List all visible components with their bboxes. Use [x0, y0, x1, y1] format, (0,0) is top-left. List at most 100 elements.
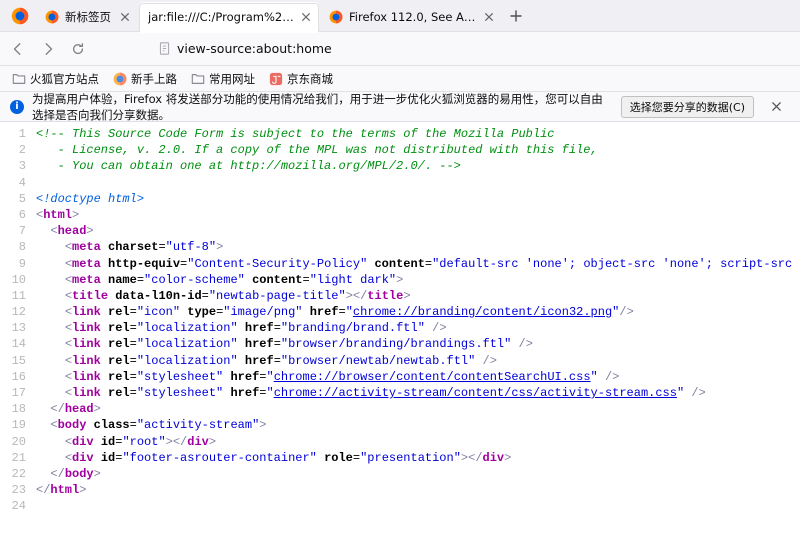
bookmark-favicon — [113, 72, 127, 86]
line-number: 6 — [10, 207, 36, 223]
source-line: 10 <meta name="color-scheme" content="li… — [10, 272, 800, 288]
tab-title: jar:file:///C:/Program%20Files/M — [148, 10, 294, 24]
source-line: 1<!-- This Source Code Form is subject t… — [10, 126, 800, 142]
firefox-app-icon — [8, 4, 32, 28]
info-bar: i 为提高用户体验，Firefox 将发送部分功能的使用情况给我们，用于进一步优… — [0, 92, 800, 122]
source-line: 11 <title data-l10n-id="newtab-page-titl… — [10, 288, 800, 304]
line-content: <link rel="localization" href="browser/b… — [36, 336, 800, 352]
source-link[interactable]: chrome://activity-stream/content/css/act… — [274, 386, 677, 400]
tab-0[interactable]: 新标签页 — [37, 3, 137, 31]
line-number: 2 — [10, 142, 36, 158]
source-line: 5<!doctype html> — [10, 191, 800, 207]
bookmark-item-2[interactable]: 常用网址 — [185, 69, 261, 89]
line-content — [36, 498, 800, 514]
back-button[interactable] — [4, 36, 32, 62]
line-number: 13 — [10, 320, 36, 336]
source-line: 20 <div id="root"></div> — [10, 434, 800, 450]
source-line: 9 <meta http-equiv="Content-Security-Pol… — [10, 256, 800, 272]
tab-close-button[interactable] — [481, 9, 497, 25]
source-line: 8 <meta charset="utf-8"> — [10, 239, 800, 255]
source-line: 19 <body class="activity-stream"> — [10, 417, 800, 433]
line-number: 21 — [10, 450, 36, 466]
tab-2[interactable]: Firefox 112.0, See All New Fe — [321, 3, 501, 31]
bookmark-label: 京东商城 — [287, 71, 333, 87]
line-number: 5 — [10, 191, 36, 207]
source-line: 14 <link rel="localization" href="browse… — [10, 336, 800, 352]
nav-bar: view-source:about:home — [0, 32, 800, 66]
line-number: 24 — [10, 498, 36, 514]
line-content: <link rel="icon" type="image/png" href="… — [36, 304, 800, 320]
new-tab-button[interactable] — [504, 4, 528, 28]
source-line: 4 — [10, 175, 800, 191]
reload-button[interactable] — [64, 36, 92, 62]
info-icon: i — [10, 100, 24, 114]
line-content: <!doctype html> — [36, 191, 800, 207]
tab-favicon — [329, 10, 343, 24]
line-content: <title data-l10n-id="newtab-page-title">… — [36, 288, 800, 304]
source-line: 16 <link rel="stylesheet" href="chrome:/… — [10, 369, 800, 385]
bookmark-item-1[interactable]: 新手上路 — [107, 69, 183, 89]
bookmark-item-0[interactable]: 火狐官方站点 — [6, 69, 105, 89]
info-close-button[interactable] — [762, 94, 790, 120]
line-number: 10 — [10, 272, 36, 288]
line-content: <link rel="stylesheet" href="chrome://ac… — [36, 385, 800, 401]
source-line: 24 — [10, 498, 800, 514]
bookmark-label: 新手上路 — [131, 71, 177, 87]
info-choose-button[interactable]: 选择您要分享的数据(C) — [621, 96, 754, 118]
tabs-bar: 新标签页 jar:file:///C:/Program%20Files/M Fire… — [0, 0, 800, 32]
tab-title: Firefox 112.0, See All New Fe — [349, 10, 477, 24]
line-content: </head> — [36, 401, 800, 417]
tab-close-button[interactable] — [117, 9, 133, 25]
source-line: 2 - License, v. 2.0. If a copy of the MP… — [10, 142, 800, 158]
line-number: 3 — [10, 158, 36, 174]
line-content — [36, 175, 800, 191]
bookmark-item-3[interactable]: 京东商城 — [263, 69, 339, 89]
line-content: <meta http-equiv="Content-Security-Polic… — [36, 256, 800, 272]
tab-close-button[interactable] — [298, 9, 314, 25]
tab-1[interactable]: jar:file:///C:/Program%20Files/M — [139, 3, 319, 31]
source-link[interactable]: chrome://branding/content/icon32.png — [353, 305, 612, 319]
source-line: 3 - You can obtain one at http://mozilla… — [10, 158, 800, 174]
tab-favicon — [45, 10, 59, 24]
line-number: 1 — [10, 126, 36, 142]
line-number: 22 — [10, 466, 36, 482]
line-content: <link rel="stylesheet" href="chrome://br… — [36, 369, 800, 385]
source-line: 22 </body> — [10, 466, 800, 482]
source-view: 1<!-- This Source Code Form is subject t… — [0, 122, 800, 519]
source-line: 12 <link rel="icon" type="image/png" hre… — [10, 304, 800, 320]
line-number: 18 — [10, 401, 36, 417]
source-line: 15 <link rel="localization" href="browse… — [10, 353, 800, 369]
info-text: 为提高用户体验，Firefox 将发送部分功能的使用情况给我们，用于进一步优化火… — [32, 91, 613, 123]
source-line: 7 <head> — [10, 223, 800, 239]
line-content: - License, v. 2.0. If a copy of the MPL … — [36, 142, 800, 158]
line-content: <head> — [36, 223, 800, 239]
line-number: 16 — [10, 369, 36, 385]
line-content: <meta charset="utf-8"> — [36, 239, 800, 255]
line-number: 7 — [10, 223, 36, 239]
line-content: </body> — [36, 466, 800, 482]
source-line: 13 <link rel="localization" href="brandi… — [10, 320, 800, 336]
line-content: <!-- This Source Code Form is subject to… — [36, 126, 800, 142]
forward-button[interactable] — [34, 36, 62, 62]
bookmark-label: 常用网址 — [209, 71, 255, 87]
line-number: 17 — [10, 385, 36, 401]
line-content: <html> — [36, 207, 800, 223]
page-icon — [158, 42, 171, 55]
url-text: view-source:about:home — [177, 41, 332, 56]
line-number: 11 — [10, 288, 36, 304]
line-content: <link rel="localization" href="browser/n… — [36, 353, 800, 369]
source-link[interactable]: chrome://browser/content/contentSearchUI… — [274, 370, 591, 384]
line-content: - You can obtain one at http://mozilla.o… — [36, 158, 800, 174]
bookmarks-bar: 火狐官方站点 新手上路 常用网址 京东商城 — [0, 66, 800, 92]
line-content: <link rel="localization" href="branding/… — [36, 320, 800, 336]
bookmark-favicon — [191, 72, 205, 86]
line-number: 14 — [10, 336, 36, 352]
line-content: <div id="root"></div> — [36, 434, 800, 450]
source-line: 6<html> — [10, 207, 800, 223]
url-bar[interactable]: view-source:about:home — [150, 36, 710, 62]
line-content: </html> — [36, 482, 800, 498]
line-number: 19 — [10, 417, 36, 433]
line-number: 9 — [10, 256, 36, 272]
line-number: 12 — [10, 304, 36, 320]
line-number: 15 — [10, 353, 36, 369]
